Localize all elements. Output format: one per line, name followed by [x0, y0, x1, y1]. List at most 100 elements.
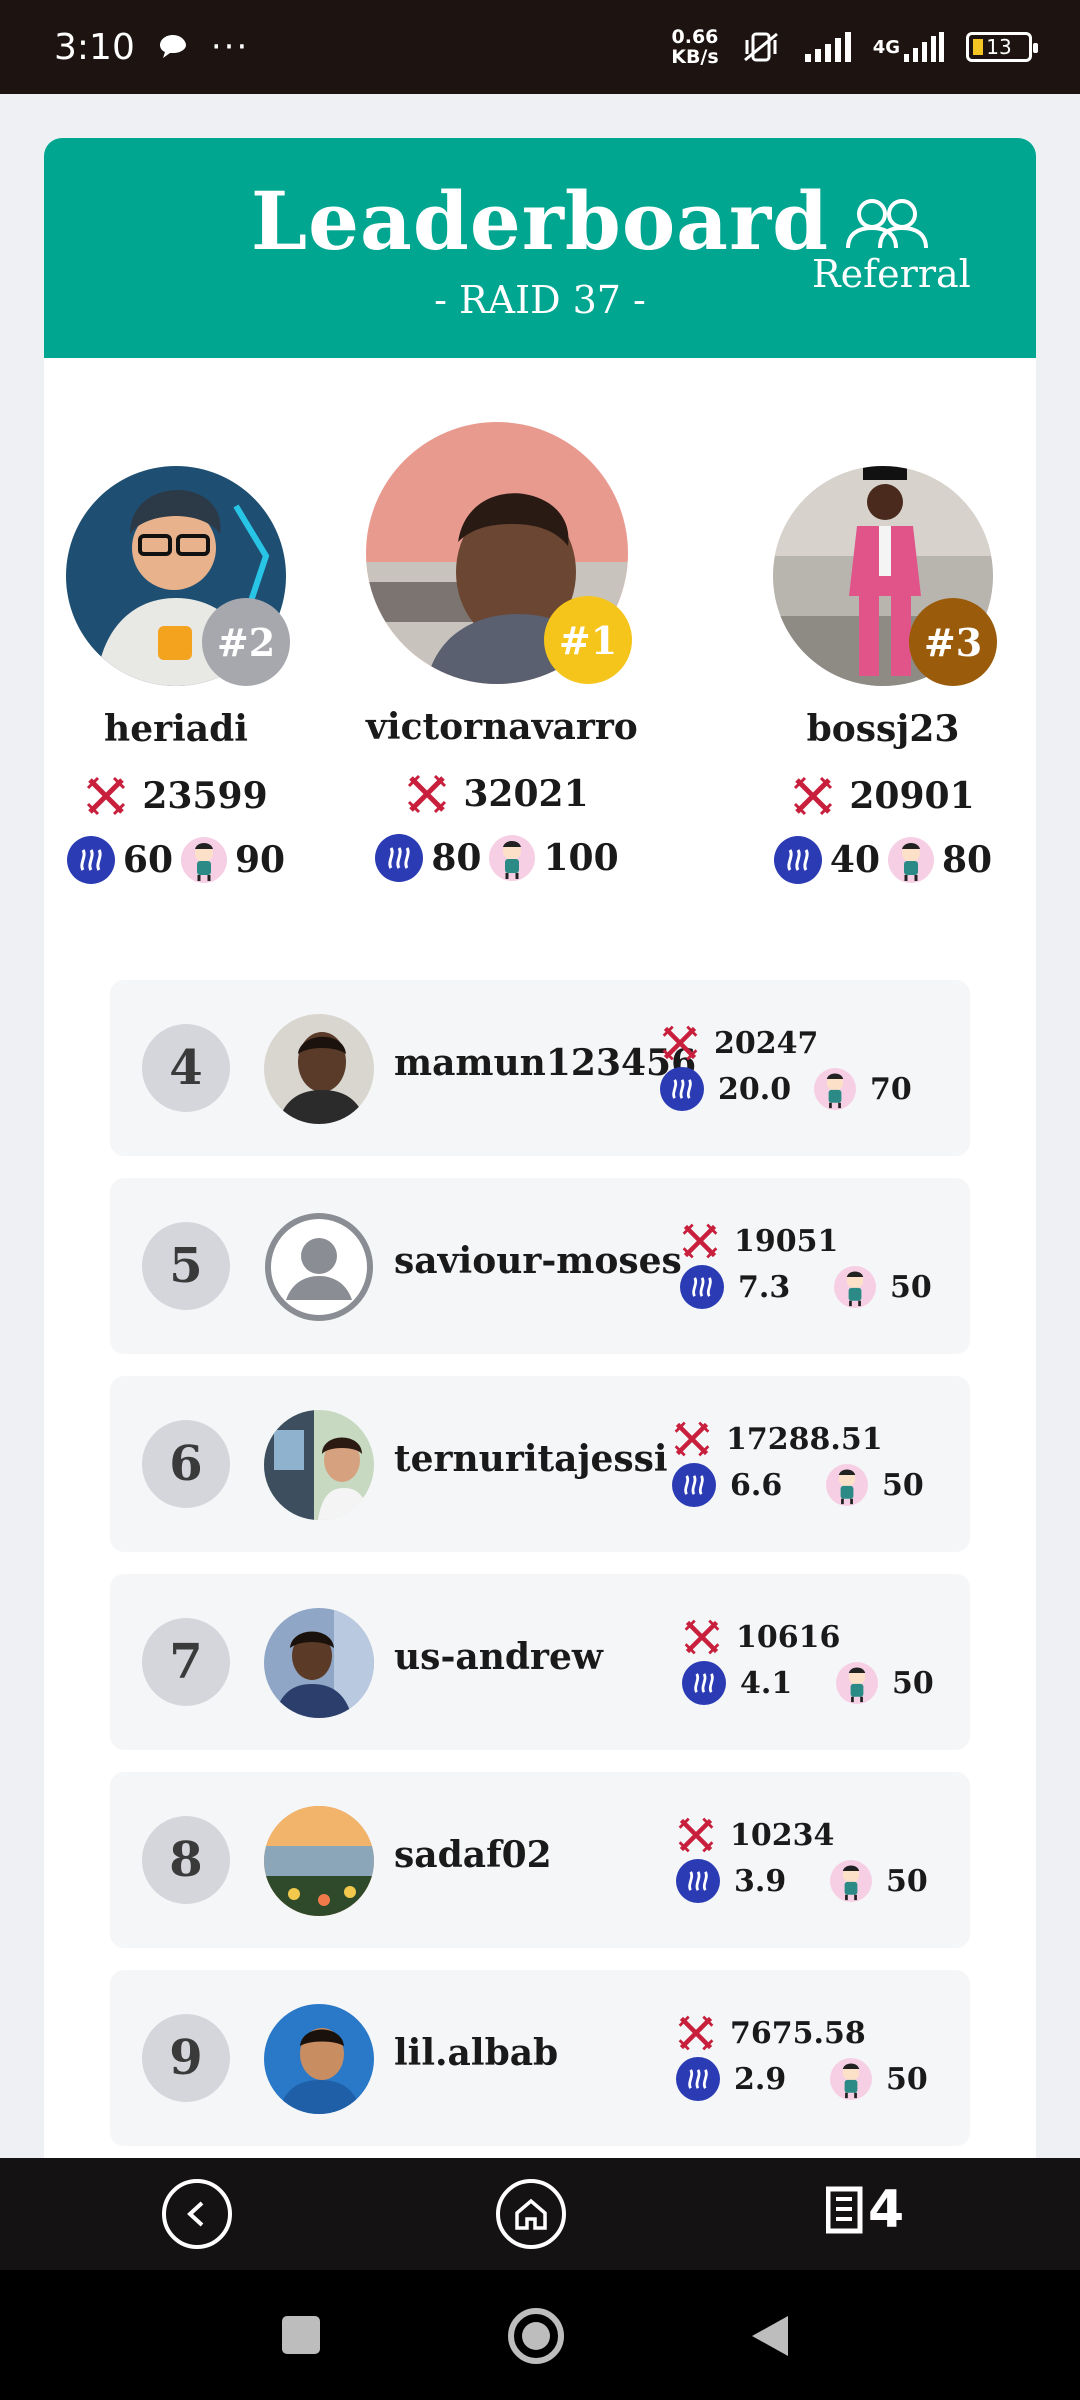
- signal-icon: [804, 32, 851, 62]
- system-nav-bar: [0, 2270, 1080, 2400]
- steem-coin-icon: [676, 2057, 720, 2101]
- stats: 10234 3.9 50: [676, 1812, 928, 1904]
- sticker-value: 100: [543, 837, 619, 879]
- rank-label: #2: [216, 619, 276, 665]
- default-avatar-icon: [264, 1212, 374, 1322]
- referral-label: Referral: [812, 252, 971, 296]
- rewards: 2.9 50: [676, 2056, 928, 2102]
- score-value: 10234: [730, 1817, 835, 1853]
- crossed-swords-icon: [678, 1817, 714, 1853]
- podium-first[interactable]: #1 victornavarro 32021 80 100: [366, 422, 638, 882]
- sticker-value: 90: [235, 839, 286, 881]
- steem-coin-icon: [672, 1463, 716, 1507]
- referral-button[interactable]: Referral: [812, 196, 971, 296]
- crossed-swords-icon: [678, 2015, 714, 2051]
- character-sticker-icon: [834, 1266, 876, 1308]
- crossed-swords-icon: [682, 1223, 718, 1259]
- score: 7675.58: [676, 2010, 928, 2056]
- character-sticker-icon: [814, 1068, 856, 1110]
- rank-badge: #1: [544, 596, 632, 684]
- crossed-swords-icon: [674, 1421, 710, 1457]
- podium: #2 heriadi 23599 60 90 #1 victornavarro …: [44, 422, 1036, 904]
- sticker-value: 50: [892, 1665, 934, 1701]
- sticker-value: 50: [886, 1863, 928, 1899]
- status-bar: 3:10 ··· 0.66 KB/s 4G 13: [0, 0, 1080, 94]
- username: bossj23: [806, 708, 960, 750]
- list-item[interactable]: 5 saviour-moses 19051 7.3 50: [110, 1178, 970, 1354]
- username: victornavarro: [366, 706, 638, 748]
- sticker-value: 70: [870, 1071, 912, 1107]
- score: 20247: [660, 1020, 912, 1066]
- system-home-button[interactable]: [508, 2308, 564, 2364]
- username: mamun123456: [394, 1042, 697, 1084]
- leaderboard-card: Leaderboard - RAID 37 - Referral #2 heri…: [44, 138, 1036, 2158]
- score-value: 32021: [463, 773, 589, 815]
- steem-value: 6.6: [730, 1467, 783, 1503]
- stats: 7675.58 2.9 50: [676, 2010, 928, 2102]
- list-item[interactable]: 4 mamun123456 20247 20.0 70: [110, 980, 970, 1156]
- triangle-back-icon: [752, 2316, 788, 2356]
- more-notifications-icon: ···: [210, 27, 250, 67]
- score-value: 19051: [734, 1223, 839, 1259]
- steem-value: 3.9: [734, 1863, 787, 1899]
- network-speed: 0.66 KB/s: [671, 27, 718, 67]
- clock: 3:10: [54, 26, 135, 68]
- crossed-swords-icon: [684, 1619, 720, 1655]
- rank-number: 5: [142, 1222, 230, 1310]
- podium-second[interactable]: #2 heriadi 23599 60 90: [66, 466, 290, 884]
- rewards: 20.0 70: [660, 1066, 912, 1112]
- character-sticker-icon: [888, 837, 934, 883]
- score-value: 7675.58: [730, 2015, 866, 2051]
- username: heriadi: [104, 708, 248, 750]
- rank-badge: #3: [909, 598, 997, 686]
- username: ternuritajessi: [394, 1438, 668, 1480]
- rewards: 7.3 50: [680, 1264, 932, 1310]
- steem-coin-icon: [682, 1661, 726, 1705]
- rank-number: 8: [142, 1816, 230, 1904]
- rank-label: #1: [558, 617, 618, 663]
- crossed-swords-icon: [408, 774, 447, 814]
- list-item[interactable]: 8 sadaf02 10234 3.9 50: [110, 1772, 970, 1948]
- system-back-button[interactable]: [750, 2314, 790, 2362]
- username: saviour-moses: [394, 1240, 682, 1282]
- battery-icon: 13: [966, 32, 1038, 62]
- back-button[interactable]: [162, 2179, 232, 2249]
- podium-third[interactable]: #3 bossj23 20901 40 80: [752, 466, 1014, 884]
- home-button[interactable]: [496, 2179, 566, 2249]
- sticker-value: 50: [890, 1269, 932, 1305]
- rewards: 80 100: [366, 834, 628, 882]
- character-sticker-icon: [489, 835, 536, 881]
- list-item[interactable]: 9 lil.albab 7675.58 2.9 50: [110, 1970, 970, 2146]
- username: lil.albab: [394, 2032, 559, 2074]
- vibrate-off-icon: [743, 32, 778, 62]
- tab-count: 4: [868, 2180, 905, 2240]
- rank-number: 9: [142, 2014, 230, 2102]
- steem-value: 7.3: [738, 1269, 791, 1305]
- list-item[interactable]: 6 ternuritajessi 17288.51 6.6 50: [110, 1376, 970, 1552]
- character-sticker-icon: [826, 1464, 868, 1506]
- steem-value: 60: [122, 839, 173, 881]
- rewards: 60 90: [66, 836, 286, 884]
- avatar: [264, 2004, 374, 2114]
- score-value: 10616: [736, 1619, 841, 1655]
- score: 10234: [676, 1812, 928, 1858]
- home-icon: [515, 2198, 547, 2230]
- score: 20901: [752, 774, 1014, 818]
- score: 32021: [366, 772, 628, 816]
- score: 10616: [682, 1614, 934, 1660]
- signal-icon-2: [904, 32, 944, 62]
- chevron-left-icon: [187, 2201, 204, 2227]
- list-item[interactable]: 7 us-andrew 10616 4.1 50: [110, 1574, 970, 1750]
- speed-unit: KB/s: [671, 46, 719, 68]
- character-sticker-icon: [181, 837, 227, 883]
- score: 17288.51: [672, 1416, 924, 1462]
- steem-coin-icon: [66, 836, 115, 884]
- score-value: 17288.51: [726, 1421, 883, 1457]
- recents-button[interactable]: [282, 2316, 320, 2354]
- rank-list: 4 mamun123456 20247 20.0 70 5 saviour-mo…: [110, 980, 970, 2158]
- steem-coin-icon: [773, 836, 822, 884]
- rewards: 3.9 50: [676, 1858, 928, 1904]
- crossed-swords-icon: [87, 776, 126, 816]
- character-sticker-icon: [830, 1860, 872, 1902]
- tabs-button[interactable]: 4: [826, 2184, 904, 2236]
